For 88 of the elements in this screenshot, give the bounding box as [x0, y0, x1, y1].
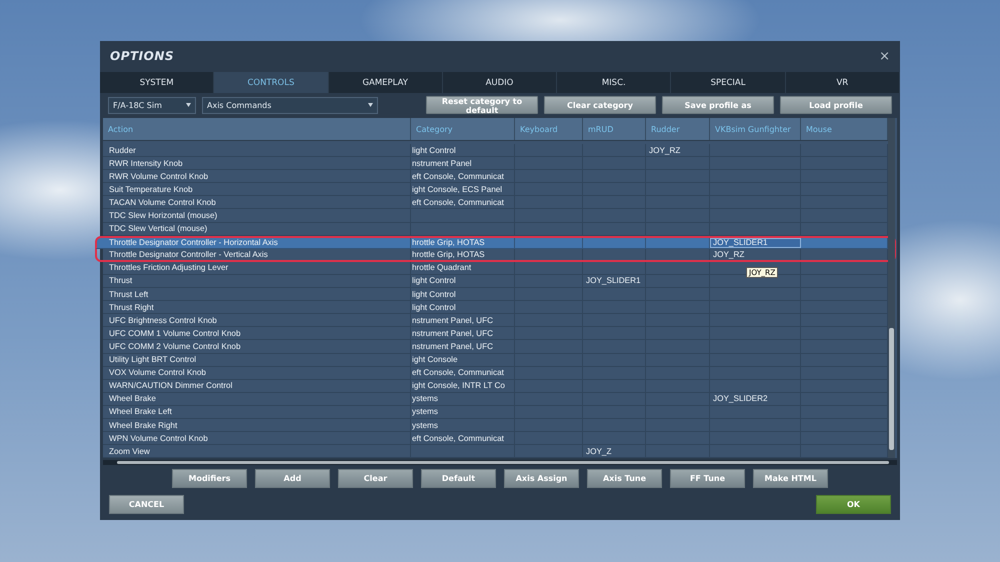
category-dropdown[interactable]: Axis Commands [202, 96, 378, 114]
table-cell: UFC COMM 2 Volume Control Knob [103, 340, 411, 352]
table-cell: TDC Slew Vertical (mouse) [103, 222, 411, 235]
table-cell: ystems [411, 418, 515, 432]
vertical-scrollbar[interactable] [888, 118, 895, 458]
table-row[interactable]: RWR Volume Control Knob eft Console, Communicat [103, 170, 888, 184]
table-cell: UFC COMM 1 Volume Control Knob [103, 327, 411, 340]
table-cell: JOY_Z [583, 445, 646, 458]
table-cell: ystems [411, 406, 515, 418]
horizontal-scrollbar[interactable] [103, 460, 897, 466]
table-cell: JOY_SLIDER2 [710, 392, 801, 405]
table-row[interactable]: Wheel Brake Left ystems [103, 406, 888, 419]
table-cell: eft Console, Communicat [411, 366, 515, 379]
tab[interactable]: SYSTEM [100, 72, 214, 93]
table-cell: WPN Volume Control Knob [103, 432, 411, 444]
table-row[interactable]: Zoom View JOY_Z [103, 445, 888, 458]
table-cell: RWR Intensity Knob [103, 157, 411, 170]
table-row[interactable]: UFC COMM 2 Volume Control Knob nstrument Panel, UFC [103, 340, 888, 354]
table-row[interactable]: TDC Slew Horizontal (mouse) [103, 209, 888, 223]
ok-button[interactable]: OK [816, 495, 891, 514]
table-cell: Rudder [103, 144, 411, 156]
table-cell: light Control [411, 301, 515, 314]
table-cell: hrottle Grip, HOTAS [411, 248, 515, 260]
table-cell: eft Console, Communicat [411, 196, 515, 208]
table-cell: Wheel Brake [103, 392, 411, 405]
table-cell: Suit Temperature Knob [103, 183, 411, 196]
table-cell: TACAN Volume Control Knob [103, 196, 411, 208]
table-row[interactable]: Throttle Designator Controller - Horizontal Axis hrottle Grip, HOTAS JOY_SLIDER1 [95, 236, 896, 249]
table-row[interactable]: RWR Intensity Knob nstrument Panel [103, 157, 888, 170]
table-row[interactable]: Thrust Left light Control [103, 288, 888, 302]
table-cell: ystems [411, 392, 515, 405]
table-cell: Thrust Left [103, 288, 411, 300]
table-cell: light Control [411, 288, 515, 300]
table-cell: UFC Brightness Control Knob [103, 314, 411, 326]
table-cell: Throttles Friction Adjusting Lever [103, 262, 411, 274]
table-cell: TDC Slew Horizontal (mouse) [103, 209, 411, 222]
table-row[interactable]: VOX Volume Control Knob eft Console, Communicat [103, 366, 888, 380]
table-row[interactable]: Thrust Right light Control [103, 301, 888, 314]
table-cell: nstrument Panel [411, 157, 515, 170]
table-cell: nstrument Panel, UFC [411, 314, 515, 326]
table-row[interactable]: Suit Temperature Knob ight Console, ECS Panel [103, 183, 888, 196]
table-row[interactable]: Utility Light BRT Control ight Console [103, 354, 888, 367]
close-button[interactable]: × [879, 48, 890, 64]
table-cell: ight Console [411, 354, 515, 366]
table-cell: Wheel Brake Left [103, 406, 411, 418]
table-cell: nstrument Panel, UFC [411, 340, 515, 352]
table-cell: Thrust Right [103, 301, 411, 314]
table-cell: Throttle Designator Controller - Horizontal Axis [103, 238, 411, 248]
table-cell: light Control [411, 144, 515, 156]
caret-icon [368, 103, 373, 107]
table-cell: light Control [411, 274, 515, 288]
table-cell: eft Console, Communicat [411, 170, 515, 182]
tab[interactable]: CONTROLS [214, 72, 329, 93]
table-cell: JOY_RZ [646, 144, 710, 156]
table-row[interactable]: Rudder light Control JOY_RZ [103, 144, 888, 158]
table-row[interactable]: WPN Volume Control Knob eft Console, Communicat [103, 432, 888, 446]
table-cell: VOX Volume Control Knob [103, 366, 411, 379]
table-cell: hrottle Grip, HOTAS [411, 238, 515, 248]
table-row[interactable]: WARN/CAUTION Dimmer Control ight Console, INTR LT Co [103, 380, 888, 393]
table-row[interactable]: Wheel Brake ystems JOY_SLIDER2 [103, 392, 888, 406]
selected-binding-cell: JOY_SLIDER1 [710, 238, 801, 248]
caret-icon [186, 103, 191, 107]
table-cell: JOY_SLIDER1 [583, 274, 646, 288]
table-row[interactable]: Throttle Designator Controller - Vertical Axis hrottle Grip, HOTAS JOY_RZ [95, 248, 896, 262]
tab[interactable]: AUDIO [442, 72, 558, 93]
table-cell: Zoom View [103, 445, 411, 458]
table-cell: Throttle Designator Controller - Vertical Axis [103, 248, 411, 260]
tab[interactable]: VR [786, 72, 900, 93]
table-cell: RWR Volume Control Knob [103, 170, 411, 182]
table-cell: nstrument Panel, UFC [411, 327, 515, 340]
table-row[interactable]: TACAN Volume Control Knob eft Console, Communicat [103, 196, 888, 210]
table-cell: Utility Light BRT Control [103, 354, 411, 366]
table-cell: Wheel Brake Right [103, 418, 411, 432]
table-row[interactable]: UFC COMM 1 Volume Control Knob nstrument Panel, UFC [103, 327, 888, 340]
table-row[interactable]: Wheel Brake Right ystems [103, 418, 888, 432]
table-row[interactable]: UFC Brightness Control Knob nstrument Panel, UFC [103, 314, 888, 328]
tab[interactable]: MISC. [557, 72, 672, 93]
table-cell: eft Console, Communicat [411, 432, 515, 444]
table-cell: WARN/CAUTION Dimmer Control [103, 380, 411, 392]
table-cell: hrottle Quadrant [411, 262, 515, 274]
table-cell: Thrust [103, 274, 411, 288]
window-title: OPTIONS [110, 49, 174, 63]
tab[interactable]: GAMEPLAY [328, 72, 443, 93]
table-cell: ight Console, INTR LT Co [411, 380, 515, 392]
table-cell: ight Console, ECS Panel [411, 183, 515, 196]
tab[interactable]: SPECIAL [671, 72, 786, 93]
aircraft-dropdown[interactable]: F/A-18C Sim [108, 96, 196, 114]
table-cell: JOY_RZ [710, 248, 801, 260]
